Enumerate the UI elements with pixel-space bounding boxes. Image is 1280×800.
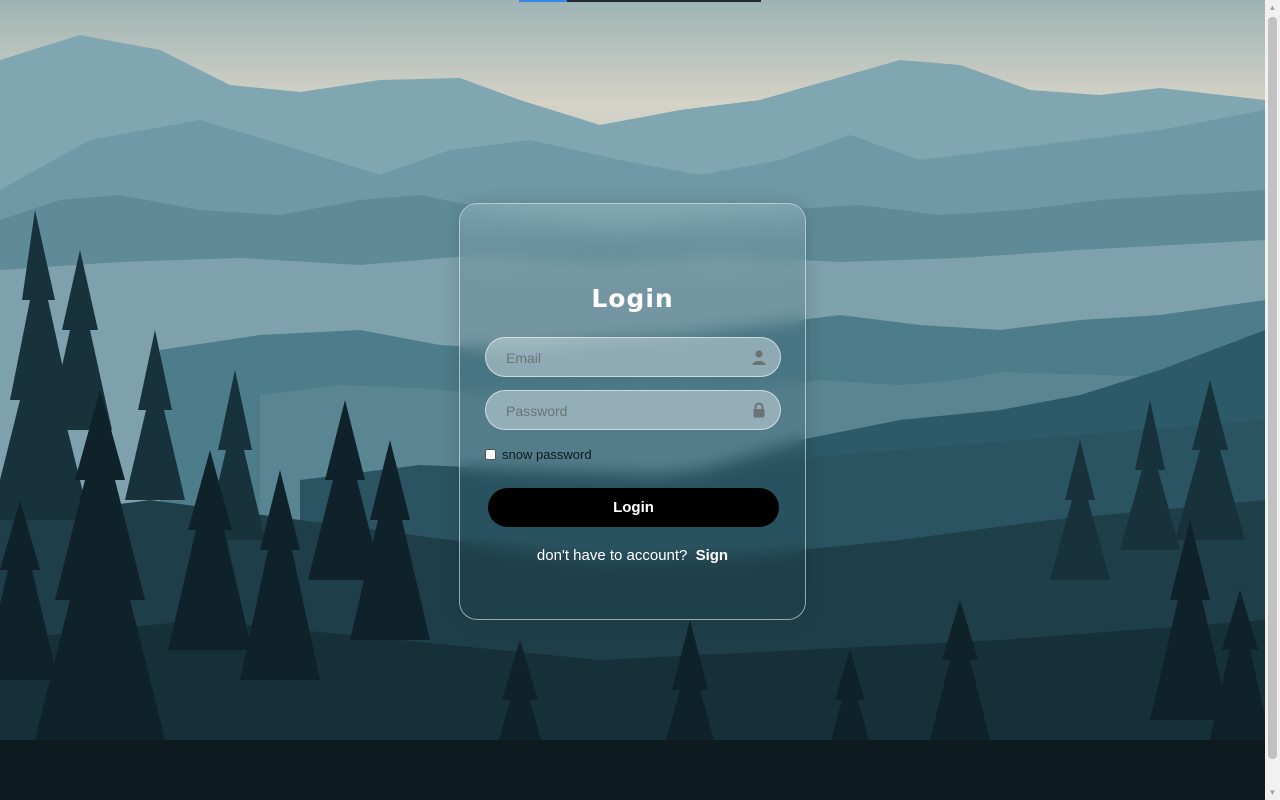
progress-bar-fill	[519, 0, 568, 2]
login-card: Login snow password Login don't have to …	[459, 203, 806, 620]
page-load-progress-bar	[519, 0, 761, 2]
scroll-up-arrow-icon[interactable]: ▲	[1265, 0, 1280, 15]
user-icon	[751, 349, 767, 365]
login-title: Login	[591, 284, 674, 313]
email-input[interactable]	[504, 338, 738, 378]
email-field[interactable]	[485, 337, 781, 378]
card-haze-overlay	[460, 204, 805, 284]
sign-up-link[interactable]: Sign	[696, 547, 729, 564]
scroll-down-arrow-icon[interactable]: ▼	[1265, 785, 1280, 800]
login-button[interactable]: Login	[488, 488, 779, 527]
signup-prompt-text: don't have to account?	[536, 547, 688, 564]
show-password-label: snow password	[502, 447, 592, 462]
lock-icon	[751, 402, 767, 418]
show-password-row[interactable]: snow password	[485, 447, 592, 462]
password-field[interactable]	[485, 390, 781, 431]
scrollbar-thumb[interactable]	[1268, 17, 1277, 759]
show-password-checkbox[interactable]	[485, 449, 496, 460]
password-input[interactable]	[504, 391, 738, 431]
signup-prompt-row: don't have to account? Sign	[460, 547, 805, 564]
vertical-scrollbar[interactable]: ▲ ▼	[1265, 0, 1280, 800]
